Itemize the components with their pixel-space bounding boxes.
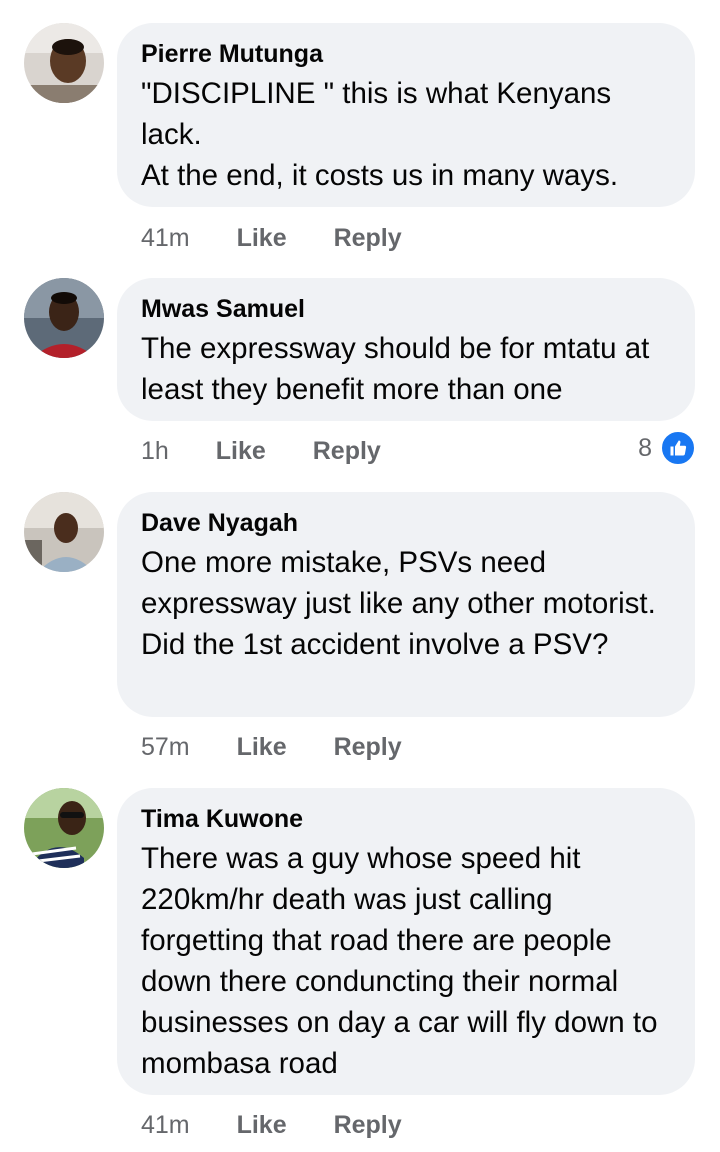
- profile-photo-icon: [24, 23, 104, 103]
- reply-button[interactable]: Reply: [334, 732, 402, 762]
- like-button[interactable]: Like: [237, 732, 287, 762]
- like-button[interactable]: Like: [237, 1110, 287, 1140]
- comment-text: "DISCIPLINE " this is what Kenyans lack.…: [141, 77, 619, 192]
- avatar[interactable]: [24, 23, 104, 103]
- comment-text: The expressway should be for mtatu at le…: [141, 332, 650, 406]
- reply-button[interactable]: Reply: [334, 223, 402, 253]
- like-button[interactable]: Like: [216, 436, 266, 466]
- profile-photo-icon: [24, 788, 104, 868]
- comment-actions: 57m Like Reply: [141, 732, 402, 762]
- comment-time[interactable]: 1h: [141, 436, 169, 466]
- comment-author[interactable]: Dave Nyagah: [141, 508, 673, 538]
- like-button[interactable]: Like: [237, 223, 287, 253]
- reaction-count: 8: [638, 433, 652, 462]
- avatar[interactable]: [24, 278, 104, 358]
- comment-actions: 41m Like Reply: [141, 223, 402, 253]
- comment-author[interactable]: Mwas Samuel: [141, 294, 673, 324]
- comment-time[interactable]: 41m: [141, 223, 190, 253]
- comment-actions: 1h Like Reply: [141, 436, 381, 466]
- profile-photo-icon: [24, 278, 104, 358]
- comment-time[interactable]: 41m: [141, 1110, 190, 1140]
- comment-text: There was a guy whose speed hit 220km/hr…: [141, 842, 658, 1080]
- avatar[interactable]: [24, 492, 104, 572]
- comment-bubble: Mwas Samuel The expressway should be for…: [117, 278, 695, 421]
- comment-bubble: Pierre Mutunga "DISCIPLINE " this is wha…: [117, 23, 695, 207]
- comment-bubble: Tima Kuwone There was a guy whose speed …: [117, 788, 695, 1095]
- profile-photo-icon: [24, 492, 104, 572]
- comment-bubble: Dave Nyagah One more mistake, PSVs need …: [117, 492, 695, 717]
- reaction-summary[interactable]: 8: [638, 430, 696, 466]
- reply-button[interactable]: Reply: [313, 436, 381, 466]
- reply-button[interactable]: Reply: [334, 1110, 402, 1140]
- comment-author[interactable]: Pierre Mutunga: [141, 39, 673, 69]
- comment-author[interactable]: Tima Kuwone: [141, 804, 673, 834]
- thumbs-up-icon: [660, 430, 696, 466]
- comment-text: One more mistake, PSVs need expressway j…: [141, 546, 656, 661]
- comment-time[interactable]: 57m: [141, 732, 190, 762]
- avatar[interactable]: [24, 788, 104, 868]
- comment-actions: 41m Like Reply: [141, 1110, 402, 1140]
